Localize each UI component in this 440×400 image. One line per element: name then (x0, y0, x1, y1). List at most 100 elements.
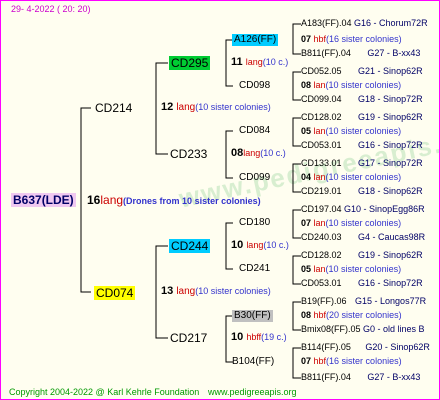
gen4-9-name: CD197.04 (301, 204, 342, 214)
gen1-2-lang: lang (176, 286, 196, 297)
gen3-6-num: 05 (301, 264, 312, 274)
gen4-15-info: G20 - Sinop62R (365, 342, 430, 352)
root-num: 16 (87, 193, 101, 207)
gen3-2-mating: 08 lan(10 sister colonies) (301, 81, 401, 90)
gen3-7-lang: hbf (313, 310, 327, 320)
queen-gen4-6[interactable]: CD053.01 G16 - Sinop72R (301, 141, 423, 150)
gen3-4-note: (10 sister colonies) (325, 172, 402, 182)
pedigree-chart: www.pedigreeapis.org 29- 4-2022 ( 20: 20… (0, 0, 440, 400)
gen4-11-info: G19 - Sinop62R (358, 250, 423, 260)
queen-gen4-10[interactable]: CD240.03 G4 - Caucas98R (301, 233, 425, 242)
gen4-10-info: G4 - Caucas98R (358, 232, 426, 242)
root-mating: 16lang(Drones from 10 sister colonies) (87, 194, 261, 206)
gen3-8-lang: hbf (313, 356, 327, 366)
gen3-6-mating: 05 lan(10 sister colonies) (301, 265, 401, 274)
queen-gen3-2[interactable]: CD098 (239, 81, 270, 91)
gen3-2-note: (10 sister colonies) (325, 80, 402, 90)
line-gen3-1 (292, 23, 301, 55)
gen4-6-name: CD053.01 (301, 140, 342, 150)
gen4-8-info: G18 - Sinop62R (358, 186, 423, 196)
queen-gen4-13[interactable]: B19(FF).06 G15 - Longos77R (301, 297, 426, 306)
gen4-5-name: CD128.02 (301, 112, 342, 122)
queen-gen4-14[interactable]: Bmix08(FF).05 G0 - old lines B (301, 325, 425, 334)
gen4-13-name: B19(FF).06 (301, 296, 347, 306)
queen-root[interactable]: B637(LDE) (11, 193, 76, 207)
gen4-2-info: G27 - B-xx43 (367, 48, 421, 58)
gen4-12-name: CD053.01 (301, 278, 342, 288)
line-gen3-8 (292, 347, 301, 379)
queen-gen3-7[interactable]: B30(FF) (232, 310, 273, 322)
gen2-4-note: (19 c.) (261, 332, 287, 342)
queen-gen3-4[interactable]: CD099 (239, 173, 270, 183)
gen3-4-num: 04 (301, 172, 312, 182)
gen4-7-name: CD133.01 (301, 158, 342, 168)
queen-gen4-5[interactable]: CD128.02 G19 - Sinop62R (301, 113, 423, 122)
gen2-2-note: (10 c.) (260, 148, 286, 158)
gen4-13-info: G15 - Longos77R (355, 296, 427, 306)
queen-gen4-9[interactable]: CD197.04 G10 - SinopEgg86R (301, 205, 425, 214)
queen-gen2-4[interactable]: CD217 (170, 332, 207, 344)
gen3-5-note: (10 sister colonies) (325, 218, 402, 228)
queen-gen4-1[interactable]: A183(FF).04 G16 - Chorum72R (301, 19, 428, 28)
queen-gen1-2[interactable]: CD074 (94, 286, 136, 300)
queen-gen3-3[interactable]: CD084 (239, 126, 270, 136)
queen-gen4-15[interactable]: B114(FF).05 G20 - Sinop62R (301, 343, 430, 352)
gen3-2-num: 08 (301, 80, 312, 90)
line-gen3-5 (292, 209, 301, 239)
gen2-1-num: 11 (231, 56, 243, 68)
queen-gen3-6[interactable]: CD241 (239, 264, 270, 274)
gen4-1-name: A183(FF).04 (301, 18, 352, 28)
gen1-1-mating: 12 lang(10 sister colonies) (161, 102, 271, 113)
gen4-12-info: G16 - Sinop72R (358, 278, 423, 288)
queen-gen3-8[interactable]: B104(FF) (232, 357, 274, 367)
gen4-6-info: G16 - Sinop72R (358, 140, 423, 150)
gen4-3-info: G21 - Sinop62R (358, 66, 423, 76)
gen3-3-lang: lan (313, 126, 326, 136)
queen-gen2-2[interactable]: CD233 (170, 148, 207, 160)
gen4-3-name: CD052.05 (301, 66, 342, 76)
gen2-1-lang: lang (245, 57, 263, 67)
gen4-2-name: B811(FF).04 (301, 48, 351, 58)
gen4-10-name: CD240.03 (301, 232, 342, 242)
gen2-4-lang: hbff (246, 332, 262, 342)
gen4-14-name: Bmix08(FF).05 (301, 324, 361, 334)
gen2-2-mating: 08lang(10 c.) (231, 148, 286, 159)
queen-gen4-7[interactable]: CD133.01 G17 - Sinop72R (301, 159, 423, 168)
gen3-6-note: (10 sister colonies) (325, 264, 402, 274)
queen-gen4-3[interactable]: CD052.05 G21 - Sinop62R (301, 67, 423, 76)
queen-gen4-8[interactable]: CD219.01 G18 - Sinop62R (301, 187, 423, 196)
queen-gen2-3[interactable]: CD244 (169, 239, 211, 253)
gen3-7-mating: 08 hbf(20 sister colonies) (301, 311, 402, 320)
gen3-1-lang: hbf (313, 34, 327, 44)
gen4-16-name: B811(FF).04 (301, 372, 351, 382)
gen1-2-mating: 13 lang(10 sister colonies) (161, 286, 271, 297)
queen-gen2-1[interactable]: CD295 (169, 56, 211, 70)
gen3-2-lang: lan (313, 80, 326, 90)
root-lang: lang (100, 193, 124, 207)
queen-gen3-1[interactable]: A126(FF) (232, 34, 279, 46)
line-gen3-6 (292, 255, 301, 285)
gen4-4-name: CD099.04 (301, 94, 342, 104)
gen4-8-name: CD219.01 (301, 186, 342, 196)
gen2-3-note: (10 c.) (263, 240, 289, 250)
queen-gen4-16[interactable]: B811(FF).04 G27 - B-xx43 (301, 373, 420, 382)
gen3-1-mating: 07 hbf(16 sister colonies) (301, 35, 402, 44)
queen-gen4-4[interactable]: CD099.04 G18 - Sinop72R (301, 95, 423, 104)
line-gen3-3 (292, 117, 301, 147)
queen-gen4-12[interactable]: CD053.01 G16 - Sinop72R (301, 279, 423, 288)
queen-gen4-11[interactable]: CD128.02 G19 - Sinop62R (301, 251, 423, 260)
queen-gen1-1[interactable]: CD214 (95, 102, 132, 114)
gen2-2-num: 08 (231, 147, 244, 159)
gen3-8-note: (16 sister colonies) (326, 356, 402, 366)
gen4-15-name: B114(FF).05 (301, 342, 351, 352)
gen2-3-num: 10 (231, 239, 244, 251)
gen4-7-info: G17 - Sinop72R (358, 158, 423, 168)
site-url: www.pedigreeapis.org (208, 387, 297, 397)
queen-gen4-2[interactable]: B811(FF).04 G27 - B-xx43 (301, 49, 420, 58)
gen2-1-note: (10 c.) (262, 57, 289, 67)
gen3-5-lang: lan (313, 218, 326, 228)
gen1-1-lang: lang (176, 102, 196, 113)
queen-gen3-5[interactable]: CD180 (239, 218, 270, 228)
gen3-1-num: 07 (301, 34, 312, 44)
gen1-1-num: 12 (161, 101, 174, 113)
